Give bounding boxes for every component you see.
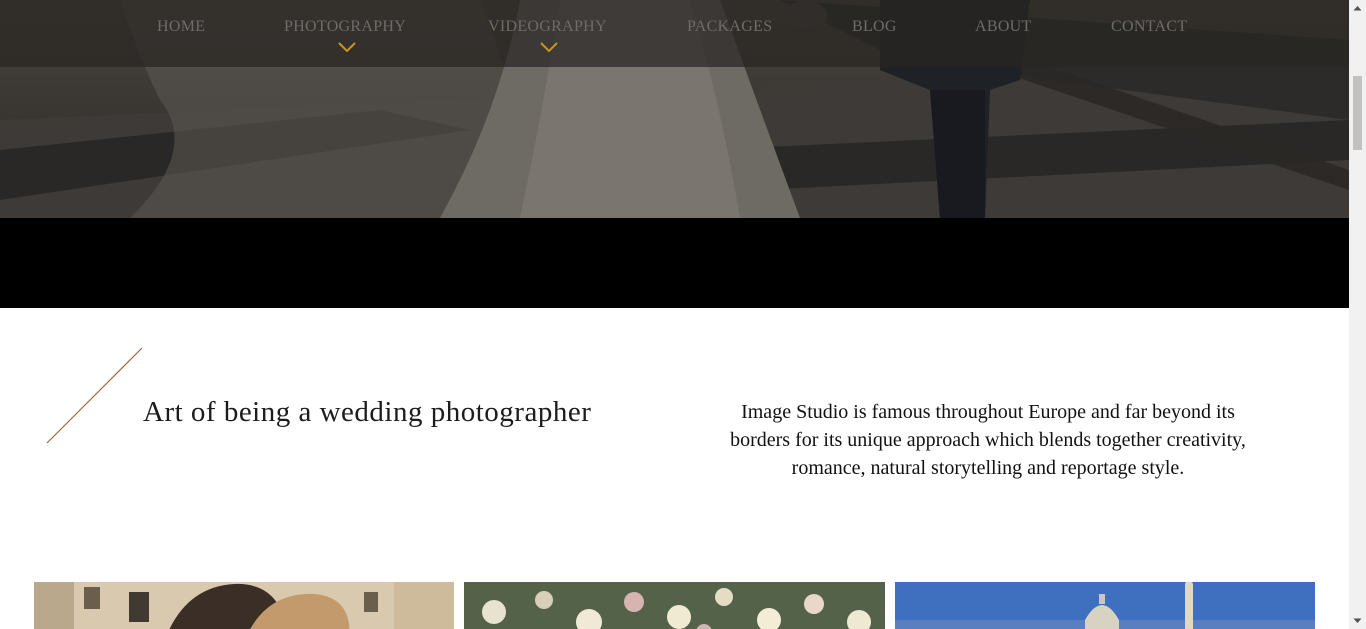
gallery-item-flowers[interactable] xyxy=(464,582,885,629)
gallery-item-couple[interactable] xyxy=(34,582,454,629)
nav-packages[interactable]: PACKAGES xyxy=(687,18,772,36)
intro-paragraph: Image Studio is famous throughout Europe… xyxy=(730,401,1246,479)
nav-contact[interactable]: CONTACT xyxy=(1111,18,1187,36)
nav-photography[interactable]: PHOTOGRAPHY xyxy=(284,18,407,52)
flowers-photo xyxy=(464,582,885,629)
nav-about-label: ABOUT xyxy=(975,18,1032,35)
nav-blog[interactable]: BLOG xyxy=(852,18,897,36)
nav-about[interactable]: ABOUT xyxy=(975,18,1032,36)
scroll-down-icon[interactable] xyxy=(1349,612,1366,629)
chevron-down-icon[interactable] xyxy=(338,42,356,52)
nav-videography[interactable]: VIDEOGRAPHY xyxy=(488,18,607,52)
page: HOME PHOTOGRAPHY VIDEOGRAPHY PACKAGES BL… xyxy=(0,0,1349,629)
scroll-up-icon[interactable] xyxy=(1349,0,1366,17)
decorative-diagonal-line xyxy=(46,347,143,444)
page-scrollbar[interactable] xyxy=(1349,0,1366,629)
chevron-down-icon[interactable] xyxy=(540,42,558,52)
nav-photography-label: PHOTOGRAPHY xyxy=(284,18,407,35)
nav-home[interactable]: HOME xyxy=(157,18,205,36)
nav-home-label: HOME xyxy=(157,18,206,35)
scrollbar-thumb[interactable] xyxy=(1353,76,1362,150)
couple-photo xyxy=(34,582,454,629)
section-title: Art of being a wedding photographer xyxy=(143,396,592,428)
hero-bottom-band xyxy=(0,218,1349,308)
gallery-item-rome[interactable] xyxy=(895,582,1315,629)
rome-cathedral-photo xyxy=(895,582,1315,629)
nav-packages-label: PACKAGES xyxy=(687,18,773,35)
nav-contact-label: CONTACT xyxy=(1111,18,1188,35)
main-nav: HOME PHOTOGRAPHY VIDEOGRAPHY PACKAGES BL… xyxy=(0,0,1349,67)
nav-videography-label: VIDEOGRAPHY xyxy=(488,18,607,35)
nav-blog-label: BLOG xyxy=(852,18,897,35)
